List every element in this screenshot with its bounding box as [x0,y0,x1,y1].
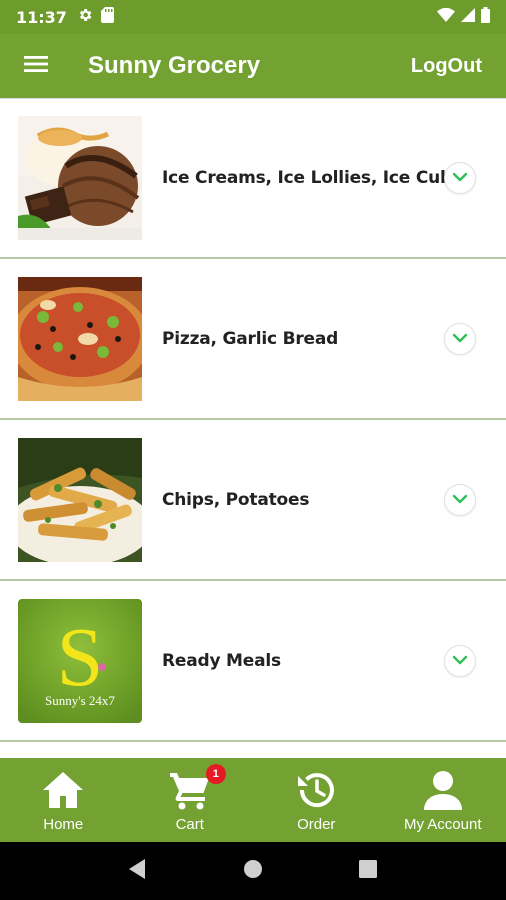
nav-cart[interactable]: 1 Cart [127,758,254,842]
expand-button[interactable] [444,483,476,516]
settings-gear-icon [77,7,93,28]
order-history-icon [294,768,338,812]
nav-label: Cart [175,816,204,833]
nav-label: Home [43,816,84,833]
logo-letter: S [57,611,104,704]
logo-text: Sunny's 24x7 [45,693,115,708]
system-nav-bar [0,842,506,900]
home-icon [41,768,85,812]
logout-button[interactable]: LogOut [411,55,482,78]
chevron-down-icon [452,491,468,509]
cart-icon: 1 [168,764,226,812]
category-item-ready-meals[interactable]: S Sunny's 24x7 Ready Meals [0,581,506,742]
category-item-pizza[interactable]: Pizza, Garlic Bread [0,259,506,420]
status-icons-left [77,6,114,28]
nav-label: My Account [403,816,482,833]
nav-order[interactable]: Order [253,758,380,842]
sunny-logo: S Sunny's 24x7 [18,598,142,723]
recents-square-icon [359,859,378,883]
account-icon [421,768,465,812]
pizza-photo [18,276,142,401]
app-title: Sunny Grocery [88,52,261,79]
category-label: Pizza, Garlic Bread [162,328,339,349]
wifi-icon [437,7,455,27]
category-item-chips[interactable]: Chips, Potatoes [0,420,506,581]
chevron-down-icon [452,169,468,187]
menu-button[interactable] [0,34,72,98]
system-home-button[interactable] [233,851,273,891]
nav-label: Order [297,816,336,833]
status-icons-right [437,6,490,28]
category-label: Chips, Potatoes [162,489,310,510]
chips-photo [18,437,142,562]
chevron-down-icon [452,330,468,348]
expand-button[interactable] [444,644,476,677]
nav-my-account[interactable]: My Account [380,758,506,842]
battery-icon [481,6,490,28]
system-recents-button[interactable] [348,851,388,891]
back-triangle-icon [128,858,147,884]
sd-card-icon [100,6,114,28]
nav-home[interactable]: Home [0,758,127,842]
bottom-nav: Home 1 Cart Order My Account [0,758,506,842]
category-item-ice-creams[interactable]: Ice Creams, Ice Lollies, Ice Cubes [0,98,506,259]
category-list[interactable]: Ice Creams, Ice Lollies, Ice Cubes Pizza… [0,98,506,758]
expand-button[interactable] [444,322,476,355]
ice-cream-photo [18,116,142,240]
status-time: 11:37 [16,7,67,27]
category-label: Ready Meals [162,650,281,671]
category-label: Ice Creams, Ice Lollies, Ice Cubes [162,168,474,188]
app-bar: Sunny Grocery LogOut [0,34,506,98]
cart-badge: 1 [205,764,226,784]
signal-icon [461,7,475,27]
system-back-button[interactable] [118,851,158,891]
home-circle-icon [243,859,263,884]
hamburger-menu-icon [24,54,48,79]
chevron-down-icon [452,652,468,670]
status-bar: 11:37 [0,0,506,34]
expand-button[interactable] [444,162,476,194]
